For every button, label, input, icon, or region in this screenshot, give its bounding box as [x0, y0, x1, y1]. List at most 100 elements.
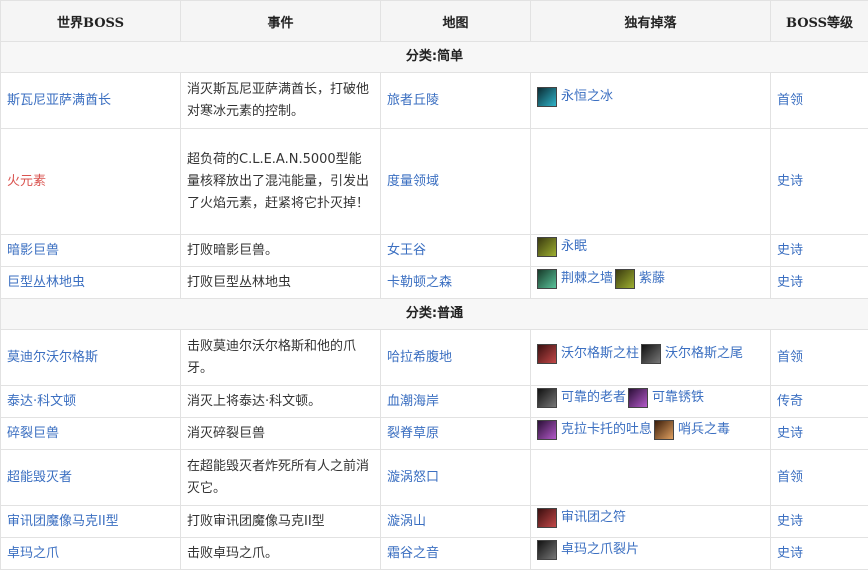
loot-cell: 审讯团之符: [530, 505, 771, 538]
boss-link[interactable]: 火元素: [0, 128, 181, 235]
header-level: BOSS等级: [770, 0, 868, 42]
header-map: 地图: [380, 0, 531, 42]
loot-item-link[interactable]: 卓玛之爪裂片: [537, 539, 639, 561]
loot-item-link[interactable]: 哨兵之毒: [654, 419, 730, 441]
pillar-icon: [537, 344, 557, 364]
loot-item-link[interactable]: 克拉卡托的吐息: [537, 419, 652, 441]
wisteria-icon: [615, 269, 636, 289]
table-row: 莫迪尔沃尔格斯 击败莫迪尔沃尔格斯和他的爪牙。 哈拉希腹地 沃尔格斯之柱 沃尔格斯之尾 首…: [0, 329, 868, 386]
category-row: 分类:普通: [0, 298, 868, 330]
boss-link[interactable]: 超能毁灭者: [0, 449, 181, 506]
loot-item-label: 卓玛之爪裂片: [561, 542, 640, 557]
loot-item-link[interactable]: 沃尔格斯之柱: [537, 343, 639, 365]
world-boss-table: 世界BOSS 事件 地图 独有掉落 BOSS等级 分类:简单 斯瓦尼亚萨满酋长 消灭…: [0, 0, 868, 570]
breath-icon: [537, 420, 557, 440]
map-link[interactable]: 度量领域: [380, 128, 531, 235]
event-text: 击败莫迪尔沃尔格斯和他的爪牙。: [180, 329, 381, 386]
map-link[interactable]: 哈拉希腹地: [380, 329, 531, 386]
category-label: 分类:简单: [0, 41, 868, 73]
boss-link[interactable]: 审讯团魔像马克II型: [0, 505, 181, 538]
map-link[interactable]: 血潮海岸: [380, 385, 531, 418]
loot-item-label: 哨兵之毒: [678, 422, 731, 437]
map-link[interactable]: 漩涡山: [380, 505, 531, 538]
eternal-sleep-icon: [537, 237, 557, 257]
frost-icon: [537, 87, 557, 107]
event-text: 击败卓玛之爪。: [180, 537, 381, 570]
loot-cell: 卓玛之爪裂片: [530, 537, 771, 570]
loot-cell: 永恒之冰: [530, 72, 771, 129]
map-link[interactable]: 卡勒顿之森: [380, 266, 531, 299]
boss-link[interactable]: 莫迪尔沃尔格斯: [0, 329, 181, 386]
event-text: 打败巨型丛林地虫: [180, 266, 381, 299]
boss-link[interactable]: 斯瓦尼亚萨满酋长: [0, 72, 181, 129]
boss-link[interactable]: 卓玛之爪: [0, 537, 181, 570]
loot-item-label: 可靠的老者: [561, 390, 627, 405]
loot-item-link[interactable]: 审讯团之符: [537, 507, 626, 529]
table-row: 暗影巨兽 打败暗影巨兽。 女王谷 永眠 史诗: [0, 234, 868, 267]
loot-item-label: 紫藤: [639, 271, 666, 286]
event-text: 打败审讯团魔像马克II型: [180, 505, 381, 538]
inquest-rune-icon: [537, 508, 557, 528]
table-row: 碎裂巨兽 消灭碎裂巨兽 裂脊草原 克拉卡托的吐息 哨兵之毒 史诗: [0, 417, 868, 450]
boss-link[interactable]: 暗影巨兽: [0, 234, 181, 267]
loot-item-label: 永恒之冰: [561, 89, 614, 104]
level-link[interactable]: 史诗: [770, 266, 868, 299]
table-row: 火元素 超负荷的C.L.E.A.N.5000型能量核释放出了混沌能量，引发出了火焰…: [0, 128, 868, 235]
loot-item-link[interactable]: 永眠: [537, 236, 587, 258]
category-label: 分类:普通: [0, 298, 868, 330]
level-link[interactable]: 史诗: [770, 537, 868, 570]
table-row: 审讯团魔像马克II型 打败审讯团魔像马克II型 漩涡山 审讯团之符 史诗: [0, 505, 868, 538]
header-loot: 独有掉落: [530, 0, 771, 42]
event-text: 打败暗影巨兽。: [180, 234, 381, 267]
table-row: 斯瓦尼亚萨满酋长 消灭斯瓦尼亚萨满酋长，打破他对寒冰元素的控制。 旅者丘陵 永恒之冰 首…: [0, 72, 868, 129]
level-link[interactable]: 首领: [770, 449, 868, 506]
loot-cell: 可靠的老者 可靠锈铁: [530, 385, 771, 418]
map-link[interactable]: 女王谷: [380, 234, 531, 267]
map-link[interactable]: 霜谷之音: [380, 537, 531, 570]
loot-item-link[interactable]: 紫藤: [615, 268, 665, 290]
header-event: 事件: [180, 0, 381, 42]
level-link[interactable]: 首领: [770, 72, 868, 129]
loot-item-link[interactable]: 可靠锈铁: [628, 387, 704, 409]
loot-item-label: 可靠锈铁: [652, 390, 705, 405]
loot-cell: 沃尔格斯之柱 沃尔格斯之尾: [530, 329, 771, 386]
loot-item-label: 沃尔格斯之柱: [561, 346, 640, 361]
map-link[interactable]: 裂脊草原: [380, 417, 531, 450]
level-link[interactable]: 史诗: [770, 234, 868, 267]
table-row: 卓玛之爪 击败卓玛之爪。 霜谷之音 卓玛之爪裂片 史诗: [0, 537, 868, 570]
tail-icon: [641, 344, 662, 364]
event-text: 消灭碎裂巨兽: [180, 417, 381, 450]
loot-cell: [530, 128, 771, 235]
level-link[interactable]: 史诗: [770, 505, 868, 538]
loot-cell: [530, 449, 771, 506]
level-link[interactable]: 史诗: [770, 128, 868, 235]
loot-item-link[interactable]: 永恒之冰: [537, 86, 613, 108]
table-row: 泰达·科文顿 消灭上将泰达·科文顿。 血潮海岸 可靠的老者 可靠锈铁 传奇: [0, 385, 868, 418]
thorn-wall-icon: [537, 269, 557, 289]
header-boss: 世界BOSS: [0, 0, 181, 42]
loot-cell: 永眠: [530, 234, 771, 267]
loot-item-label: 克拉卡托的吐息: [561, 422, 653, 437]
map-link[interactable]: 漩涡怒口: [380, 449, 531, 506]
boss-link[interactable]: 泰达·科文顿: [0, 385, 181, 418]
loot-item-label: 荆棘之墙: [561, 271, 614, 286]
boss-link[interactable]: 巨型丛林地虫: [0, 266, 181, 299]
sentinel-poison-icon: [654, 420, 675, 440]
loot-item-label: 永眠: [561, 239, 588, 254]
loot-item-label: 沃尔格斯之尾: [665, 346, 744, 361]
level-link[interactable]: 传奇: [770, 385, 868, 418]
loot-cell: 克拉卡托的吐息 哨兵之毒: [530, 417, 771, 450]
table-header-row: 世界BOSS 事件 地图 独有掉落 BOSS等级: [0, 0, 868, 42]
category-row: 分类:简单: [0, 41, 868, 73]
event-text: 在超能毁灭者炸死所有人之前消灭它。: [180, 449, 381, 506]
loot-item-link[interactable]: 可靠的老者: [537, 387, 626, 409]
loot-item-link[interactable]: 沃尔格斯之尾: [641, 343, 743, 365]
map-link[interactable]: 旅者丘陵: [380, 72, 531, 129]
event-text: 消灭斯瓦尼亚萨满酋长，打破他对寒冰元素的控制。: [180, 72, 381, 129]
loot-cell: 荆棘之墙 紫藤: [530, 266, 771, 299]
level-link[interactable]: 首领: [770, 329, 868, 386]
table-row: 超能毁灭者 在超能毁灭者炸死所有人之前消灭它。 漩涡怒口 首领: [0, 449, 868, 506]
boss-link[interactable]: 碎裂巨兽: [0, 417, 181, 450]
loot-item-link[interactable]: 荆棘之墙: [537, 268, 613, 290]
level-link[interactable]: 史诗: [770, 417, 868, 450]
